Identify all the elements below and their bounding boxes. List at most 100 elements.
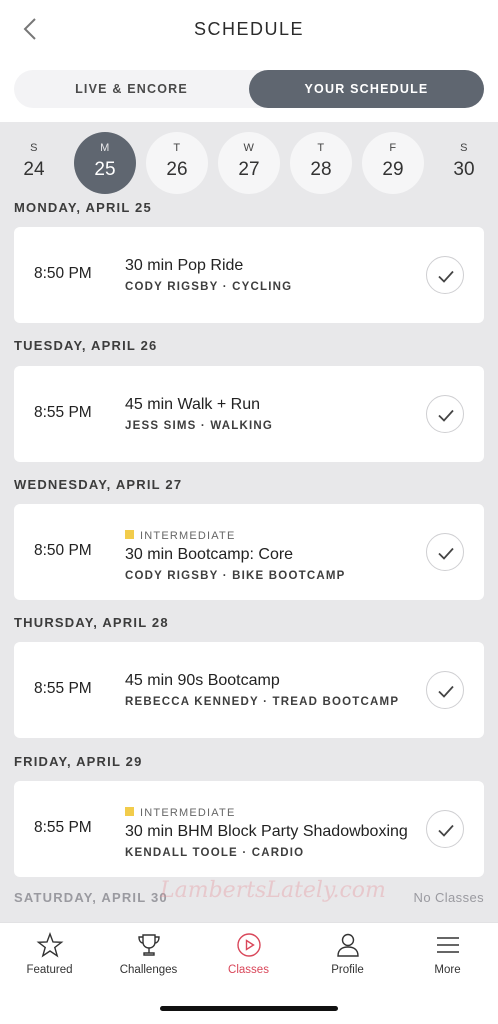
tab-your-schedule[interactable]: YOUR SCHEDULE [249,70,484,108]
tab-live-encore[interactable]: LIVE & ENCORE [14,70,249,108]
day-heading-monday: MONDAY, APRIL 25 [14,200,152,215]
class-card-thursday[interactable]: 8:55 PM 45 min 90s Bootcamp REBECCA KENN… [14,642,484,738]
star-icon [36,932,63,958]
checkmark-icon [438,270,454,283]
class-instructor: REBECCA KENNEDY [125,696,259,708]
level-square-icon [125,807,134,816]
separator: · [258,696,273,708]
tab-challenges[interactable]: Challenges [99,931,198,976]
person-icon [336,933,359,957]
menu-icon [436,937,459,953]
separator: · [218,570,233,582]
no-classes-label: No Classes [413,890,484,905]
class-time: 8:55 PM [34,680,92,697]
header-bar: SCHEDULE [0,0,498,62]
tab-label: Classes [228,964,269,976]
class-card-friday[interactable]: 8:55 PM INTERMEDIATE 30 min BHM Block Pa… [14,781,484,877]
checkmark-icon [438,824,454,837]
booked-check-button[interactable] [426,395,464,433]
tab-label: More [434,964,461,976]
separator: · [218,281,233,293]
separator: · [237,847,252,859]
tab-classes[interactable]: Classes [199,931,298,976]
class-card-tuesday[interactable]: 8:55 PM 45 min Walk + Run JESS SIMS · WA… [14,366,484,462]
class-subtitle: KENDALL TOOLE · CARDIO [125,847,415,859]
level-square-icon [125,530,134,539]
day-heading-friday: FRIDAY, APRIL 29 [14,754,143,769]
day-thursday-28[interactable]: T 28 [290,132,352,194]
checkmark-icon [438,409,454,422]
day-friday-29[interactable]: F 29 [362,132,424,194]
booked-check-button[interactable] [426,256,464,294]
level-badge: INTERMEDIATE [125,530,235,542]
day-letter: S [30,142,38,154]
day-saturday-30[interactable]: S 30 [433,132,495,194]
class-subtitle: CODY RIGSBY · BIKE BOOTCAMP [125,570,415,582]
trophy-icon [137,934,160,956]
booked-check-button[interactable] [426,533,464,571]
week-strip: S 24 M 25 T 26 W 27 T 28 F 29 S 30 [0,132,498,194]
day-wednesday-27[interactable]: W 27 [218,132,280,194]
day-heading-wednesday: WEDNESDAY, APRIL 27 [14,477,183,492]
class-title: 45 min Walk + Run [125,396,261,413]
class-subtitle: CODY RIGSBY · CYCLING [125,281,415,293]
class-time: 8:55 PM [34,819,92,836]
day-letter: T [173,142,181,154]
class-card-wednesday[interactable]: 8:50 PM INTERMEDIATE 30 min Bootcamp: Co… [14,504,484,600]
day-letter: S [460,142,468,154]
class-instructor: CODY RIGSBY [125,281,219,293]
tab-more[interactable]: More [398,931,497,976]
play-circle-icon [236,933,261,957]
class-category: WALKING [210,420,274,432]
level-badge: INTERMEDIATE [125,807,235,819]
class-subtitle: JESS SIMS · WALKING [125,420,415,432]
booked-check-button[interactable] [426,671,464,709]
class-time: 8:50 PM [34,542,92,559]
class-title: 30 min BHM Block Party Shadowboxing [125,823,408,840]
level-label: INTERMEDIATE [140,530,236,542]
class-category: TREAD BOOTCAMP [272,696,400,708]
day-letter: F [389,142,397,154]
tab-label: Profile [331,964,364,976]
separator: · [196,420,211,432]
checkmark-icon [438,547,454,560]
day-heading-tuesday: TUESDAY, APRIL 26 [14,338,158,353]
class-card-monday[interactable]: 8:50 PM 30 min Pop Ride CODY RIGSBY · CY… [14,227,484,323]
class-category: CYCLING [232,281,293,293]
day-monday-25[interactable]: M 25 [74,132,136,194]
schedule-content: S 24 M 25 T 26 W 27 T 28 F 29 S 30 MONDA… [0,122,498,922]
class-time: 8:55 PM [34,404,92,421]
class-subtitle: REBECCA KENNEDY · TREAD BOOTCAMP [125,696,415,708]
day-letter: T [317,142,325,154]
day-number: 25 [94,159,116,180]
class-category: CARDIO [251,847,305,859]
schedule-segment-control: LIVE & ENCORE YOUR SCHEDULE [14,70,484,108]
class-instructor: JESS SIMS [125,420,197,432]
day-number: 27 [238,159,260,180]
day-number: 29 [382,159,404,180]
tab-profile[interactable]: Profile [298,931,397,976]
class-title: 30 min Pop Ride [125,257,244,274]
day-heading-thursday: THURSDAY, APRIL 28 [14,615,169,630]
day-number: 26 [166,159,188,180]
tab-featured[interactable]: Featured [0,931,99,976]
class-instructor: KENDALL TOOLE [125,847,238,859]
class-title: 45 min 90s Bootcamp [125,672,280,689]
booked-check-button[interactable] [426,810,464,848]
page-title: SCHEDULE [193,19,305,39]
day-tuesday-26[interactable]: T 26 [146,132,208,194]
checkmark-icon [438,685,454,698]
day-number: 30 [453,159,475,180]
level-label: INTERMEDIATE [140,807,236,819]
tab-label: Featured [26,964,73,976]
tab-label: Challenges [119,964,178,976]
class-title: 30 min Bootcamp: Core [125,546,294,563]
class-time: 8:50 PM [34,265,92,282]
class-instructor: CODY RIGSBY [125,570,219,582]
home-indicator [160,1006,338,1011]
class-category: BIKE BOOTCAMP [232,570,346,582]
day-sunday-24[interactable]: S 24 [3,132,65,194]
day-letter: M [100,142,110,154]
day-number: 28 [310,159,332,180]
watermark: LambertsLately.com [160,878,386,903]
